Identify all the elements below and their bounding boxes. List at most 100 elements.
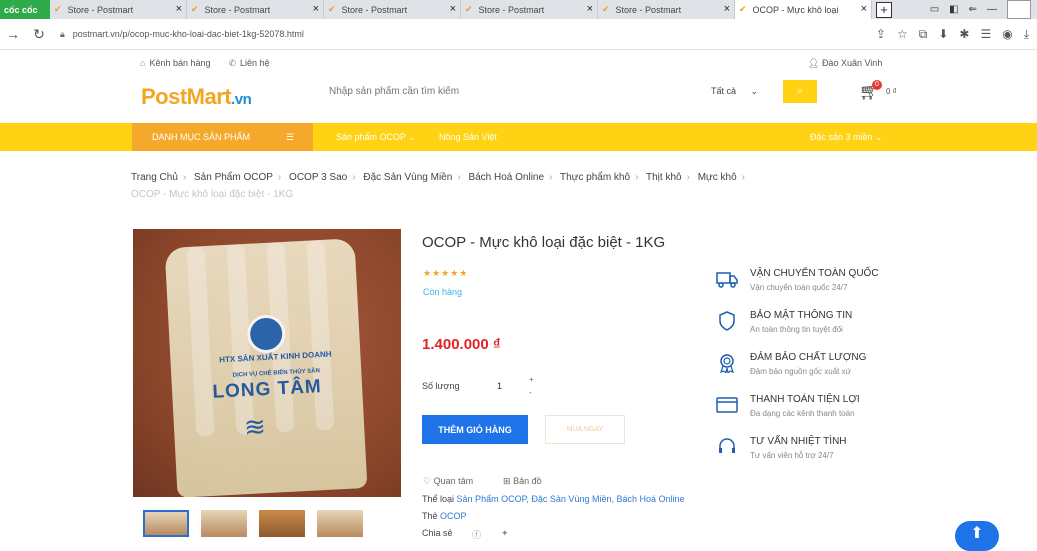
tab-favicon-icon: ✔ bbox=[602, 4, 610, 14]
rating-stars: ★★★★★ bbox=[423, 268, 469, 278]
breadcrumb-item[interactable]: Sản Phẩm OCOP bbox=[194, 172, 273, 183]
browser-tab-active[interactable]: ✔ OCOP - Mực khô loại × bbox=[735, 0, 872, 19]
tab-close-icon[interactable]: × bbox=[587, 3, 593, 15]
nav-ocop-label: Sản phẩm OCOP bbox=[336, 132, 406, 142]
contact-link[interactable]: ✆ Liên hệ bbox=[229, 58, 270, 69]
menu-icon[interactable]: ☰ bbox=[980, 27, 991, 42]
breadcrumb-item[interactable]: Đặc Sản Vùng Miền bbox=[363, 172, 452, 183]
browser-tab[interactable]: ✔ Store - Postmart × bbox=[461, 0, 598, 19]
browser-tab[interactable]: ✔ Store - Postmart × bbox=[598, 0, 735, 19]
browser-tab[interactable]: ✔ Store - Postmart × bbox=[50, 0, 187, 19]
lock-icon: 🔒︎ bbox=[60, 28, 65, 39]
tab-close-icon[interactable]: × bbox=[861, 3, 867, 15]
map-button[interactable]: ⊞ Bản đồ bbox=[503, 476, 542, 487]
thumbnail-image[interactable] bbox=[259, 510, 305, 537]
tab-close-icon[interactable]: × bbox=[176, 3, 182, 15]
back-panel-icon[interactable]: ⇐ bbox=[969, 4, 977, 15]
thumbnail-image[interactable] bbox=[201, 510, 247, 537]
tag-meta-label: Thẻ bbox=[422, 511, 438, 521]
breadcrumb-item[interactable]: Mực khô bbox=[698, 172, 737, 183]
breadcrumb-item[interactable]: Thịt khô bbox=[646, 172, 682, 183]
cart-total: 0 ₫ bbox=[886, 87, 897, 96]
tab-favicon-icon: ✔ bbox=[465, 4, 473, 14]
quantity-stepper[interactable]: 1 bbox=[497, 381, 502, 391]
decrease-icon[interactable]: - bbox=[529, 388, 532, 397]
top-links: ⌂ Kênh bán hàng ✆ Liên hệ bbox=[140, 58, 270, 69]
forward-icon[interactable]: → bbox=[0, 26, 26, 42]
increase-icon[interactable]: + bbox=[529, 375, 534, 384]
reload-icon[interactable]: ↻ bbox=[26, 26, 52, 43]
package-stripe bbox=[306, 239, 335, 431]
window-controls: ▭ ◧ ⇐ — bbox=[930, 0, 1037, 19]
product-title: OCOP - Mực khô loại đặc biệt - 1KG bbox=[422, 234, 666, 251]
breadcrumb-separator-icon: › bbox=[635, 172, 639, 183]
shield-icon bbox=[716, 310, 738, 332]
thumbnail-image[interactable] bbox=[317, 510, 363, 537]
tab-favicon-icon: ✔ bbox=[191, 4, 199, 14]
feature-subtitle: Tư vấn viên hỗ trợ 24/7 bbox=[750, 451, 834, 460]
share-icon[interactable]: ⇪ bbox=[876, 27, 886, 42]
breadcrumb-item[interactable]: Thực phẩm khô bbox=[560, 172, 630, 183]
url-field[interactable]: 🔒︎ postmart.vn/p/ocop-muc-kho-loai-dac-b… bbox=[60, 29, 304, 40]
restore-icon[interactable]: ◧ bbox=[949, 4, 958, 15]
category-select[interactable]: Tất cả ⌄ bbox=[711, 86, 758, 97]
share-icons: ⓕ ✦ bbox=[472, 528, 509, 541]
search-button[interactable]: ⌕ bbox=[783, 80, 817, 103]
chat-widget-button[interactable]: ⬆ bbox=[955, 521, 999, 551]
feature-subtitle: Đa dạng các kênh thanh toán bbox=[750, 409, 855, 418]
site-logo[interactable]: PostMart.vn bbox=[141, 84, 252, 110]
tab-close-icon[interactable]: × bbox=[450, 3, 456, 15]
store-icon: ⌂ bbox=[140, 58, 146, 68]
breadcrumb-separator-icon: › bbox=[352, 172, 356, 183]
breadcrumb-separator-icon: › bbox=[686, 172, 690, 183]
minimize-icon[interactable]: — bbox=[987, 4, 997, 15]
contact-label: Liên hệ bbox=[240, 58, 270, 68]
nav-dac-san[interactable]: Đặc sản 3 miền ⌄ bbox=[810, 132, 883, 143]
package-stripe bbox=[186, 246, 215, 437]
search-input[interactable] bbox=[329, 80, 689, 102]
facebook-icon[interactable]: ⓕ bbox=[472, 528, 481, 541]
browser-tab[interactable]: ✔ Store - Postmart × bbox=[187, 0, 324, 19]
bookmark-star-icon[interactable]: ☆ bbox=[897, 27, 908, 42]
download-icon[interactable]: ⤓ bbox=[1024, 27, 1029, 42]
shrimp-icon: ≋ bbox=[243, 411, 267, 443]
new-tab-button[interactable]: + bbox=[876, 1, 892, 18]
seller-channel-link[interactable]: ⌂ Kênh bán hàng bbox=[140, 58, 211, 69]
nav-nong-san[interactable]: Nông Sản Việt bbox=[439, 132, 497, 142]
headset-icon bbox=[716, 436, 738, 458]
buy-now-button[interactable]: MUA NGAY bbox=[545, 415, 625, 444]
tab-close-icon[interactable]: × bbox=[313, 3, 319, 15]
twitter-icon[interactable]: ✦ bbox=[501, 528, 509, 541]
tab-label: Store - Postmart bbox=[204, 4, 271, 15]
add-to-cart-button[interactable]: THÊM GIỎ HÀNG bbox=[422, 415, 528, 444]
extension-icon[interactable]: ⧉ bbox=[919, 27, 928, 42]
feature-quality: ĐẢM BẢO CHẤT LƯỢNG Đảm bảo nguồn gốc xuất… bbox=[716, 352, 866, 376]
map-label: Bản đồ bbox=[513, 476, 542, 486]
browser-tab[interactable]: ✔ Store - Postmart × bbox=[324, 0, 461, 19]
stock-status: Còn hàng bbox=[423, 287, 463, 297]
browser-tab-bar: cốc cốc ✔ Store - Postmart × ✔ Store - Post… bbox=[0, 0, 1037, 19]
tab-label: Store - Postmart bbox=[478, 4, 545, 15]
product-main-image[interactable]: HTX SẢN XUẤT KINH DOANH DỊCH VỤ CHẾ BIẾN… bbox=[133, 229, 401, 497]
breadcrumb-item[interactable]: OCOP 3 Sao bbox=[289, 172, 347, 183]
tab-search-icon[interactable]: ▭ bbox=[930, 4, 939, 15]
category-menu-button[interactable]: DANH MỤC SẢN PHẨM ☰ bbox=[132, 123, 313, 151]
puzzle-icon[interactable]: ✱ bbox=[959, 27, 969, 42]
card-icon bbox=[716, 394, 738, 416]
breadcrumb-item[interactable]: Trang Chủ bbox=[131, 172, 178, 183]
browser-logo[interactable]: cốc cốc bbox=[0, 0, 50, 19]
breadcrumb-item[interactable]: Bách Hoá Online bbox=[468, 172, 544, 183]
profile-icon[interactable]: ◉ bbox=[1002, 27, 1012, 42]
product-package: HTX SẢN XUẤT KINH DOANH DỊCH VỤ CHẾ BIẾN… bbox=[164, 238, 368, 497]
category-links[interactable]: Sản Phẩm OCOP, Đặc Sản Vùng Miền, Bách H… bbox=[457, 494, 685, 504]
nav-ocop[interactable]: Sản phẩm OCOP ⌄ bbox=[336, 132, 416, 143]
browser-toolbar-icons: ⇪ ☆ ⧉ ⬇ ✱ ☰ ◉ ⤓ bbox=[876, 27, 1029, 42]
follow-button[interactable]: ♡ Quan tâm bbox=[423, 476, 473, 487]
thumbnail-image[interactable] bbox=[143, 510, 189, 537]
tab-close-icon[interactable]: × bbox=[724, 3, 730, 15]
tag-link[interactable]: OCOP bbox=[440, 511, 467, 521]
download-box-icon[interactable]: ⬇ bbox=[938, 27, 948, 42]
maximize-icon[interactable] bbox=[1007, 0, 1031, 19]
phone-icon: ✆ bbox=[228, 58, 237, 68]
user-account[interactable]: 👤︎ Đào Xuân Vinh bbox=[808, 58, 882, 69]
